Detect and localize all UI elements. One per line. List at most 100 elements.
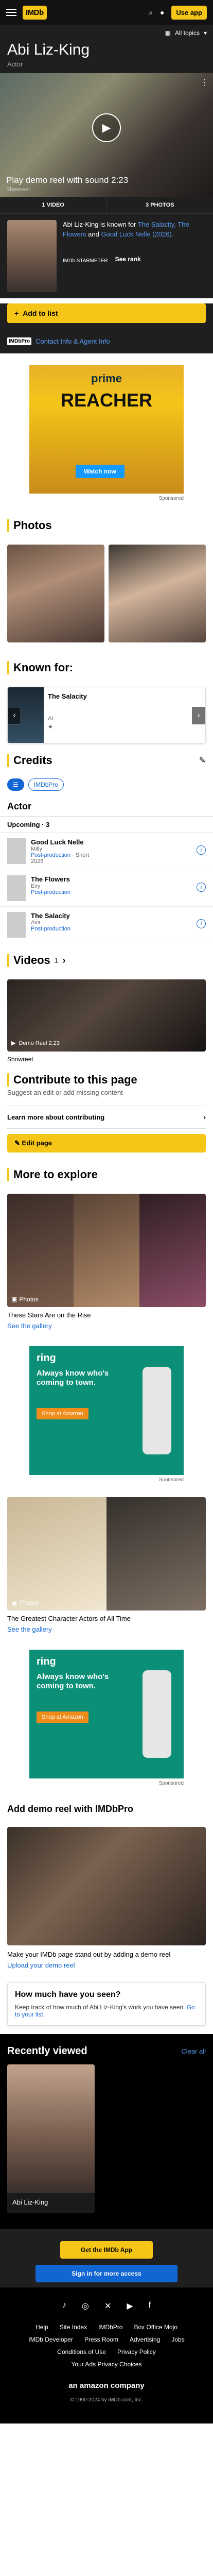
chevron-right-icon: › xyxy=(62,955,66,965)
known-link-3[interactable]: Good Luck Nelle xyxy=(101,230,150,238)
info-icon[interactable]: i xyxy=(197,919,206,928)
tab-videos[interactable]: 1 VIDEO xyxy=(0,197,106,213)
gallery-badge: ▣ Photos xyxy=(11,1599,39,1606)
ring-ad[interactable]: ring Always know who's coming to town. S… xyxy=(29,1346,184,1475)
contribute-section: Contribute to this page Suggest an edit … xyxy=(0,1063,213,1100)
tab-photos[interactable]: 3 PHOTOS xyxy=(106,197,213,213)
credit-row[interactable]: The Flowers Evy Post-production i xyxy=(0,870,213,907)
gallery-icon: ▣ xyxy=(11,1599,17,1606)
gallery-character-actors[interactable]: ▣ Photos xyxy=(7,1497,206,1611)
social-links: ♪ ◎ ✕ ▶ f xyxy=(7,2301,206,2311)
videos-heading[interactable]: Videos xyxy=(13,954,50,967)
ring-ad[interactable]: ring Always know who's coming to town. S… xyxy=(29,1650,184,1778)
sign-in-button[interactable]: Sign in for more access xyxy=(36,2265,177,2282)
credit-thumbnail[interactable] xyxy=(7,912,26,938)
how-much-card: How much have you seen? Keep track of ho… xyxy=(7,1982,206,2026)
amazon-logo: an amazon company xyxy=(68,2381,145,2390)
prev-arrow-icon[interactable]: ‹ xyxy=(8,707,21,724)
user-icon[interactable]: ● xyxy=(160,8,164,16)
ad-slot-3: ring Always know who's coming to town. S… xyxy=(0,1638,213,1793)
footer-link[interactable]: Site Index xyxy=(60,2324,87,2331)
gallery-caption[interactable]: These Stars Are on the Rise xyxy=(0,1307,213,1319)
video-label[interactable]: Showreel xyxy=(0,1052,213,1063)
tiktok-icon[interactable]: ♪ xyxy=(62,2301,66,2311)
facebook-icon[interactable]: f xyxy=(149,2301,151,2311)
profile-photo[interactable] xyxy=(7,220,57,292)
hero-video[interactable]: ⋮ ▶ Play demo reel with sound 2:23 Showr… xyxy=(0,73,213,197)
imdbpro-badge: IMDbPro xyxy=(7,337,32,345)
see-rank-link[interactable]: See rank xyxy=(115,256,141,263)
edit-page-button[interactable]: ✎ Edit page xyxy=(7,1134,206,1153)
learn-more-link[interactable]: Learn more about contributing › xyxy=(7,1106,206,1129)
photos-section: Photos xyxy=(0,509,213,537)
footer-link[interactable]: Press Room xyxy=(84,2336,118,2343)
clear-all-button[interactable]: Clear all xyxy=(181,2047,206,2055)
demo-image[interactable] xyxy=(7,1827,206,1945)
known-link-1[interactable]: The Salacity, xyxy=(138,221,176,228)
use-app-button[interactable]: Use app xyxy=(171,5,207,20)
footer-link[interactable]: Privacy Policy xyxy=(117,2348,156,2355)
credit-row[interactable]: The Salacity Ava Post-production i xyxy=(0,907,213,943)
video-thumbnail[interactable]: ▶ Demo Reel 2:23 xyxy=(7,979,206,1052)
photos-row xyxy=(0,537,213,651)
see-gallery-link[interactable]: See the gallery xyxy=(0,1622,213,1638)
add-to-list-button[interactable]: + Add to list xyxy=(7,303,206,323)
info-icon[interactable]: i xyxy=(197,845,206,855)
demo-heading: Add demo reel with IMDbPro xyxy=(7,1804,134,1814)
chevron-down-icon: ▾ xyxy=(203,29,207,37)
gallery-caption[interactable]: The Greatest Character Actors of All Tim… xyxy=(0,1611,213,1622)
chip-imdbpro[interactable]: IMDbPro xyxy=(28,778,64,791)
more-icon[interactable]: ⋮ xyxy=(201,77,209,88)
known-for-card[interactable]: ‹ The Salacity Ai ★ › xyxy=(7,687,206,743)
footer-link[interactable]: IMDb Developer xyxy=(28,2336,73,2343)
upload-demo-link[interactable]: Upload your demo reel xyxy=(0,1958,213,1974)
known-for-title[interactable]: The Salacity xyxy=(48,692,87,700)
get-app-button[interactable]: Get the IMDb App xyxy=(60,2241,153,2259)
gallery-rising-stars[interactable]: ▣ Photos xyxy=(7,1194,206,1307)
search-icon[interactable]: ⌕ xyxy=(149,8,153,17)
info-icon[interactable]: i xyxy=(197,883,206,892)
footer-link[interactable]: Jobs xyxy=(171,2336,184,2343)
edit-icon[interactable]: ✎ xyxy=(199,755,206,766)
imdbpro-contact[interactable]: IMDbPro Contact Info & Agent Info xyxy=(0,329,213,353)
recent-card[interactable]: Abi Liz-King xyxy=(7,2064,95,2213)
starmeter-label: IMDb STARMETER xyxy=(63,258,108,264)
footer-link[interactable]: Help xyxy=(36,2324,48,2331)
chevron-right-icon: › xyxy=(203,1113,206,1121)
footer-link[interactable]: Your Ads Privacy Choices xyxy=(72,2361,142,2368)
upcoming-toggle[interactable]: Upcoming · 3 xyxy=(0,816,213,833)
photo-1[interactable] xyxy=(7,545,104,642)
credit-thumbnail[interactable] xyxy=(7,838,26,864)
instagram-icon[interactable]: ◎ xyxy=(82,2301,89,2311)
contact-info-link[interactable]: Contact Info & Agent Info xyxy=(36,337,110,345)
shop-button[interactable]: Shop at Amazon xyxy=(37,1408,88,1419)
video-subcaption: Showreel xyxy=(6,187,30,193)
youtube-icon[interactable]: ▶ xyxy=(127,2301,133,2311)
media-tabs: 1 VIDEO 3 PHOTOS xyxy=(0,197,213,214)
chip-actor[interactable]: ☰ xyxy=(7,778,24,791)
star-icon: ★ xyxy=(48,724,53,730)
doorbell-image xyxy=(143,1367,171,1454)
all-topics-button[interactable]: All topics xyxy=(175,29,200,37)
credit-filter-chips: ☰ IMDbPro xyxy=(0,772,213,797)
imdb-logo[interactable]: IMDb xyxy=(23,5,47,20)
footer-link[interactable]: IMDbPro xyxy=(98,2324,122,2331)
play-icon[interactable]: ▶ xyxy=(92,113,121,142)
credit-row[interactable]: Good Luck Nelle Milly Post-production · … xyxy=(0,833,213,870)
photos-heading[interactable]: Photos xyxy=(13,519,52,532)
footer-link[interactable]: Box Office Mojo xyxy=(134,2324,177,2331)
shop-button[interactable]: Shop at Amazon xyxy=(37,1711,88,1723)
role-subtitle: Actor xyxy=(7,60,23,68)
prime-ad[interactable]: prime REACHER Watch now xyxy=(29,365,184,494)
credit-thumbnail[interactable] xyxy=(7,875,26,901)
x-icon[interactable]: ✕ xyxy=(104,2301,111,2311)
photo-2[interactable] xyxy=(109,545,206,642)
menu-icon[interactable] xyxy=(6,9,16,16)
see-gallery-link[interactable]: See the gallery xyxy=(0,1319,213,1335)
footer-link[interactable]: Conditions of Use xyxy=(57,2348,106,2355)
watch-now-button[interactable]: Watch now xyxy=(76,465,125,478)
footer: ♪ ◎ ✕ ▶ f Help Site Index IMDbPro Box Of… xyxy=(0,2287,213,2424)
next-arrow-icon[interactable]: › xyxy=(192,707,205,724)
footer-link[interactable]: Advertising xyxy=(130,2336,160,2343)
play-icon: ▶ xyxy=(11,1040,16,1046)
